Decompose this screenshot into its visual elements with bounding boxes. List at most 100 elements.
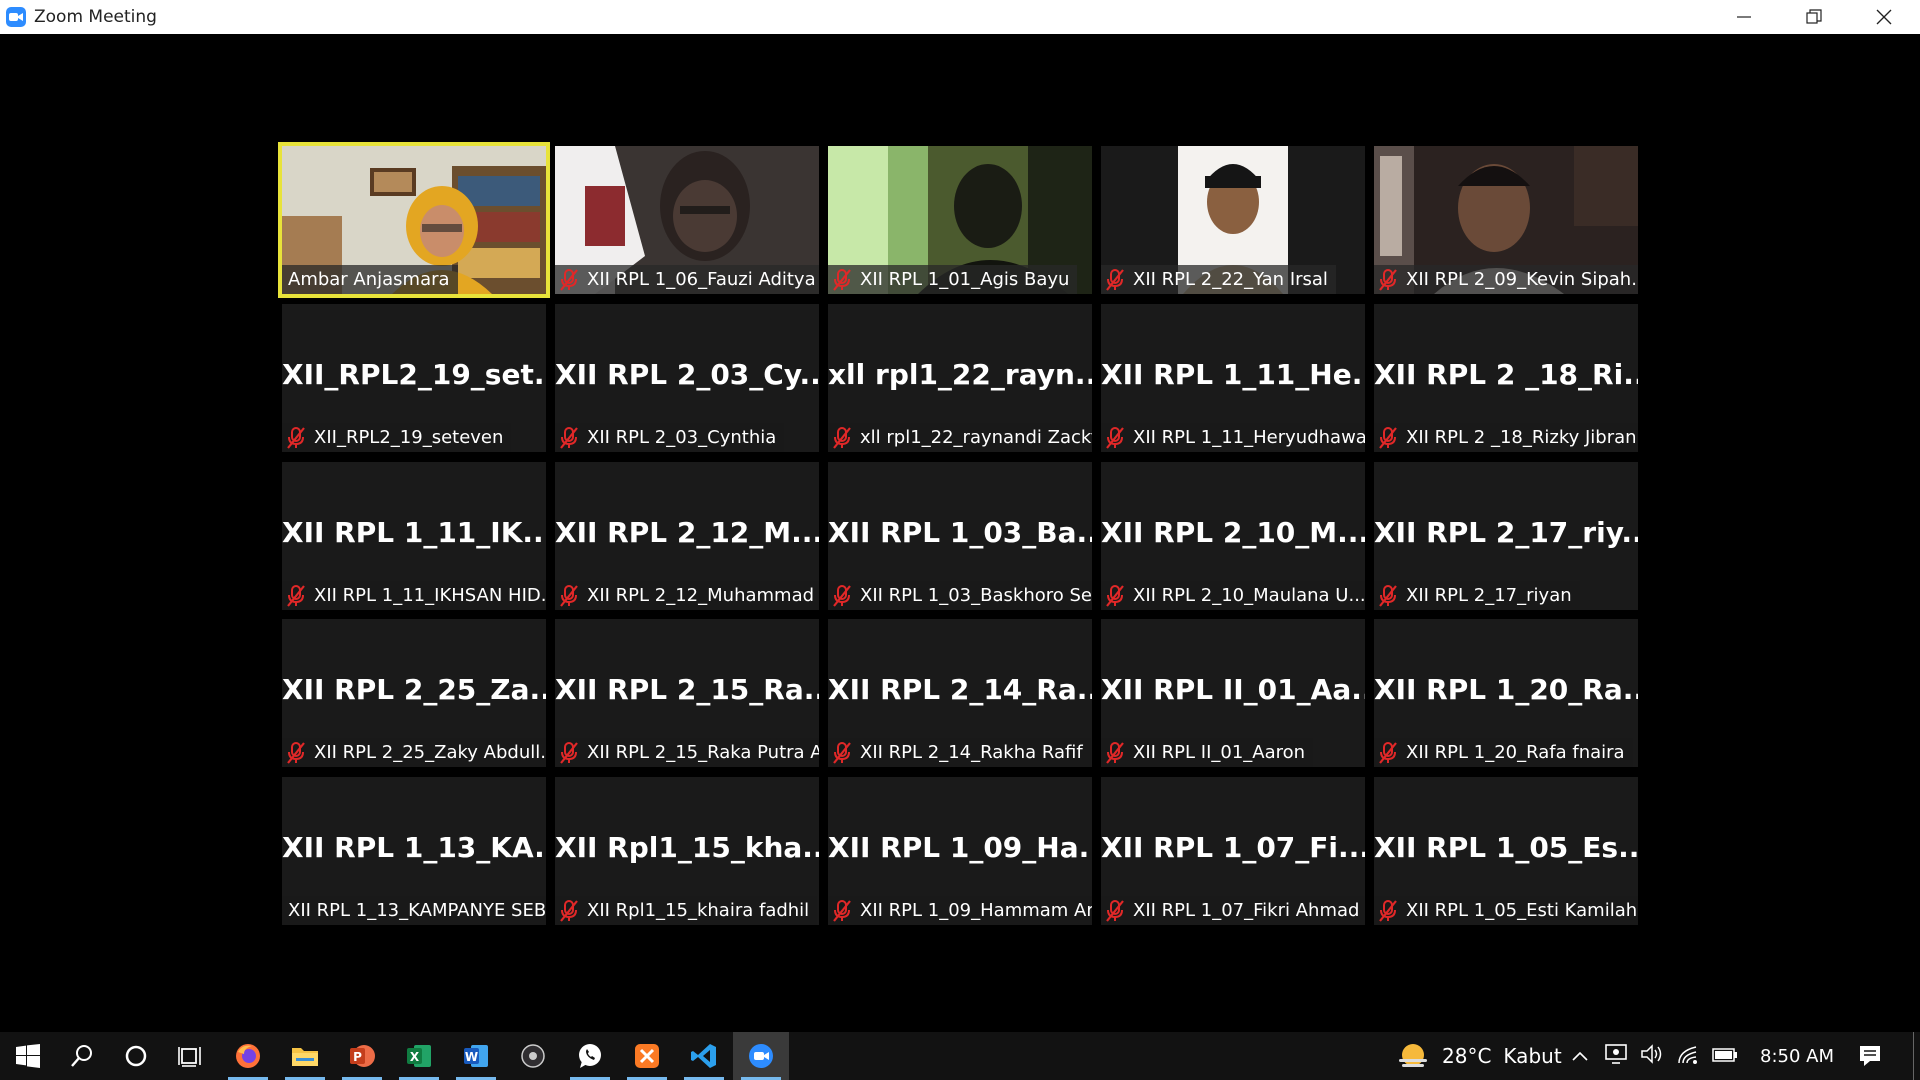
participant-tile[interactable]: XII RPL 2_10_M... XII RPL 2_10_Maulana U.… — [1101, 462, 1365, 610]
battery-button[interactable] — [1712, 1044, 1738, 1068]
participant-name-text: XII RPL 1_20_Rafa fnaira — [1406, 742, 1625, 763]
system-tray: 8:50 AM — [1570, 1032, 1834, 1080]
volume-button[interactable] — [1640, 1043, 1664, 1070]
participant-name-label: XII RPL 1_05_Esti Kamilah ... — [1374, 896, 1638, 925]
cortana-button[interactable] — [108, 1032, 164, 1080]
participant-name-text: XII RPL 2_14_Rakha Rafif — [860, 742, 1083, 763]
muted-microphone-icon — [833, 584, 851, 607]
participant-tile[interactable]: XII RPL 2_15_Ra... XII RPL 2_15_Raka Putr… — [555, 619, 819, 767]
muted-microphone-icon — [1379, 426, 1397, 449]
participant-tile[interactable]: XII RPL 2_22_Yan Irsal — [1101, 146, 1365, 294]
taskbar-file-explorer[interactable] — [277, 1032, 333, 1080]
muted-microphone-icon — [1106, 584, 1124, 607]
participant-display-name: XII Rpl1_15_kha... — [555, 831, 819, 864]
svg-text:P: P — [353, 1050, 362, 1064]
network-status[interactable] — [1604, 1043, 1628, 1070]
muted-microphone-icon — [833, 741, 851, 764]
start-button[interactable] — [0, 1032, 56, 1080]
search-button[interactable] — [54, 1032, 110, 1080]
participant-tile[interactable]: XII RPL 1_03_Ba... XII RPL 1_03_Baskhoro … — [828, 462, 1092, 610]
task-view-button[interactable] — [162, 1032, 218, 1080]
participant-tile[interactable]: XII RPL 2_09_Kevin Sipah... — [1374, 146, 1638, 294]
xampp-icon — [635, 1044, 659, 1068]
participant-name-text: XII RPL 2 _18_Rizky Jibran... — [1406, 427, 1638, 448]
participant-tile[interactable]: XII RPL 1_01_Agis Bayu — [828, 146, 1092, 294]
muted-microphone-icon — [287, 426, 305, 449]
participant-display-name: XII RPL 1_13_KA... — [282, 831, 546, 864]
participant-tile[interactable]: XII_RPL2_19_set... XII_RPL2_19_seteven — [282, 304, 546, 452]
participant-name-label: XII RPL 1_11_IKHSAN HID... — [282, 581, 546, 610]
windows-taskbar: P X W 28°C Kabut 8:50 AM — [0, 1032, 1920, 1080]
action-center-button[interactable] — [1842, 1032, 1898, 1080]
wifi-button[interactable] — [1676, 1043, 1700, 1070]
participant-display-name: XII RPL 1_05_Es... — [1374, 831, 1638, 864]
weather-widget[interactable]: 28°C Kabut — [1396, 1032, 1562, 1080]
battery-icon — [1712, 1048, 1737, 1062]
muted-microphone-icon — [560, 426, 578, 449]
participant-name-text: XII RPL 2_03_Cynthia — [587, 427, 777, 448]
participant-tile[interactable]: XII RPL II_01_Aa... XII RPL II_01_Aaron — [1101, 619, 1365, 767]
taskbar-whatsapp[interactable] — [562, 1032, 618, 1080]
zoom-icon — [749, 1044, 773, 1068]
participant-tile[interactable]: XII RPL 2_25_Za... XII RPL 2_25_Zaky Abdu… — [282, 619, 546, 767]
participant-name-text: XII RPL 1_01_Agis Bayu — [860, 269, 1070, 290]
taskbar-word[interactable]: W — [448, 1032, 504, 1080]
participant-name-text: XII RPL 2_10_Maulana U... — [1133, 585, 1365, 606]
taskbar-vscode[interactable] — [676, 1032, 732, 1080]
participant-tile[interactable]: XII RPL 2_03_Cy... XII RPL 2_03_Cynthia — [555, 304, 819, 452]
muted-microphone-icon — [560, 584, 578, 607]
participant-name-label: XII RPL 2_10_Maulana U... — [1101, 581, 1365, 610]
participant-name-label: Ambar Anjasmara — [282, 265, 458, 294]
participant-tile[interactable]: XII RPL 1_20_Ra... XII RPL 1_20_Rafa fnai… — [1374, 619, 1638, 767]
excel-icon: X — [407, 1045, 431, 1067]
participant-display-name: XII RPL 1_03_Ba... — [828, 516, 1092, 549]
participant-tile[interactable]: XII RPL 1_13_KA... XII RPL 1_13_KAMPANYE … — [282, 777, 546, 925]
taskbar-obs[interactable] — [505, 1032, 561, 1080]
participant-tile[interactable]: XII RPL 2_12_M... XII RPL 2_12_Muhammad .… — [555, 462, 819, 610]
participant-tile[interactable]: XII RPL 1_07_Fi... XII RPL 1_07_Fikri Ahm… — [1101, 777, 1365, 925]
restore-button[interactable] — [1782, 0, 1846, 34]
participant-name-label: XII RPL 2 _18_Rizky Jibran... — [1374, 423, 1638, 452]
participant-tile[interactable]: XII RPL 1_11_He... XII RPL 1_11_Heryudhaw… — [1101, 304, 1365, 452]
show-desktop-divider[interactable] — [1913, 1032, 1914, 1080]
participant-tile[interactable]: XII RPL 1_05_Es... XII RPL 1_05_Esti Kami… — [1374, 777, 1638, 925]
vscode-icon — [691, 1044, 716, 1068]
participant-name-text: XII RPL 1_09_Hammam Ar... — [860, 900, 1092, 921]
muted-microphone-icon — [833, 268, 851, 291]
participant-name-text: XII RPL 2_09_Kevin Sipah... — [1406, 269, 1638, 290]
participant-tile[interactable]: XII RPL 1_06_Fauzi Aditya ... — [555, 146, 819, 294]
participant-tile-active-speaker[interactable]: Ambar Anjasmara — [278, 142, 550, 298]
taskbar-powerpoint[interactable]: P — [334, 1032, 390, 1080]
participant-name-text: XII RPL 1_11_IKHSAN HID... — [314, 585, 546, 606]
participant-name-label: XII RPL 2_17_riyan — [1374, 581, 1580, 610]
taskbar-firefox[interactable] — [220, 1032, 276, 1080]
participant-tile[interactable]: XII Rpl1_15_kha... XII Rpl1_15_khaira fad… — [555, 777, 819, 925]
participant-tile[interactable]: XII RPL 2_17_riy... XII RPL 2_17_riyan — [1374, 462, 1638, 610]
minimize-button[interactable] — [1712, 0, 1776, 34]
gallery-view: Ambar Anjasmara XII RPL 1_06_Fauzi Aditya… — [0, 34, 1920, 1032]
participant-name-label: XII RPL 2_09_Kevin Sipah... — [1374, 265, 1638, 294]
participant-display-name: XII RPL 2_03_Cy... — [555, 358, 819, 391]
minimize-icon — [1737, 16, 1751, 18]
participant-tile[interactable]: XII RPL 2_14_Ra... XII RPL 2_14_Rakha Raf… — [828, 619, 1092, 767]
chevron-up-icon — [1572, 1051, 1588, 1061]
participant-name-text: XII RPL 2_12_Muhammad ... — [587, 585, 819, 606]
taskbar-zoom[interactable] — [733, 1032, 789, 1080]
participant-display-name: XII RPL 2_25_Za... — [282, 673, 546, 706]
participant-tile[interactable]: xll rpl1_22_rayn... xll rpl1_22_raynandi … — [828, 304, 1092, 452]
close-button[interactable] — [1852, 0, 1916, 34]
participant-tile[interactable]: XII RPL 1_09_Ha... XII RPL 1_09_Hammam Ar… — [828, 777, 1092, 925]
participant-name-text: XII RPL II_01_Aaron — [1133, 742, 1306, 763]
participant-name-label: XII RPL 1_09_Hammam Ar... — [828, 896, 1092, 925]
clock[interactable]: 8:50 AM — [1760, 1046, 1834, 1067]
participant-display-name: XII RPL 2_10_M... — [1101, 516, 1365, 549]
participant-name-label: xll rpl1_22_raynandi Zacky — [828, 423, 1092, 452]
muted-microphone-icon — [833, 899, 851, 922]
participant-tile[interactable]: XII RPL 2 _18_Ri... XII RPL 2 _18_Rizky J… — [1374, 304, 1638, 452]
taskbar-excel[interactable]: X — [391, 1032, 447, 1080]
participant-display-name: XII RPL 2 _18_Ri... — [1374, 358, 1638, 391]
participant-tile[interactable]: XII RPL 1_11_IK... XII RPL 1_11_IKHSAN HI… — [282, 462, 546, 610]
taskbar-xampp[interactable] — [619, 1032, 675, 1080]
firefox-icon — [236, 1044, 260, 1068]
show-hidden-icons-button[interactable] — [1570, 1051, 1590, 1061]
